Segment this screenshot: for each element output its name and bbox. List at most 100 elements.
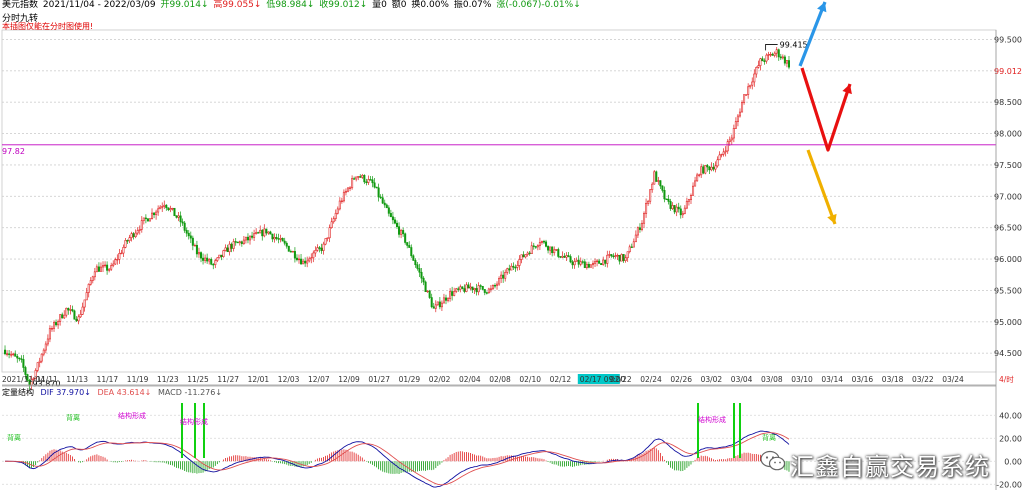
candle-body: [745, 94, 748, 96]
macd-marker-label: 结构形成: [180, 417, 208, 426]
candle-body: [289, 251, 292, 253]
candle-body: [204, 257, 207, 261]
candle-body: [232, 241, 235, 249]
candle-body: [189, 235, 192, 239]
candle-body: [322, 243, 325, 251]
candle-body: [102, 265, 105, 268]
candle-body: [469, 286, 472, 289]
candle-body: [516, 265, 519, 268]
candle-body: [210, 259, 213, 265]
candle-body: [340, 200, 343, 202]
candle-body: [408, 245, 411, 248]
wechat-icon: [760, 450, 786, 471]
candle-body: [230, 243, 233, 249]
watermark-text: 汇鑫自赢交易系统: [790, 453, 990, 481]
candle-body: [277, 238, 280, 240]
candle-body: [22, 359, 25, 368]
candle-body: [473, 288, 476, 291]
candle-body: [173, 207, 176, 217]
y-tick-label: 99.012: [994, 67, 1022, 76]
x-tick-label: 02/02: [429, 375, 451, 384]
down-forecast-arrow-shaft: [806, 149, 837, 225]
candle-body: [269, 231, 272, 235]
candle-body: [659, 180, 662, 187]
candle-body: [383, 202, 386, 206]
candle-body: [155, 211, 158, 216]
candle-body: [132, 233, 135, 238]
candle-body: [661, 185, 664, 191]
candle-body: [261, 229, 264, 237]
candle-body: [673, 205, 676, 213]
x-tick-label: 01/27: [368, 375, 390, 384]
x-tick-label: 02/24: [640, 375, 662, 384]
candle-body: [312, 252, 315, 259]
candle-body: [61, 314, 64, 319]
candle-body: [581, 261, 584, 263]
candle-body: [248, 235, 252, 241]
candle-body: [77, 316, 80, 322]
v-forecast-arrow: [800, 67, 852, 152]
candle-body: [520, 254, 523, 260]
candle-body: [636, 227, 639, 236]
candle-body: [477, 285, 480, 293]
candle-body: [63, 314, 66, 319]
x-tick-label: 03/04: [731, 375, 753, 384]
candle-body: [81, 306, 84, 315]
candle-body: [557, 249, 560, 257]
candle-body: [755, 67, 758, 75]
candle-body: [553, 249, 556, 254]
candle-body: [308, 258, 311, 262]
candle-body: [532, 245, 535, 247]
macd-marker-label: 结构形成: [698, 415, 726, 424]
candle-body: [214, 260, 217, 265]
candle-body: [67, 307, 70, 311]
candle-body: [216, 257, 219, 261]
candle-body: [306, 260, 309, 264]
candle-body: [240, 241, 243, 244]
candle-body: [451, 291, 454, 296]
candle-body: [471, 286, 474, 291]
candle-body: [614, 255, 617, 257]
candle-body: [199, 252, 203, 259]
candle-body: [165, 204, 168, 209]
candle-body: [212, 263, 215, 266]
candle-body: [412, 255, 415, 261]
candle-body: [598, 260, 601, 264]
candle-body: [20, 358, 23, 360]
candle-body: [585, 263, 588, 269]
candle-body: [316, 247, 319, 251]
candle-body: [622, 254, 625, 261]
candle-body: [757, 65, 760, 68]
candle-body: [142, 217, 145, 221]
candle-body: [640, 222, 644, 230]
candle-body: [83, 299, 86, 308]
candle-body: [171, 207, 174, 210]
volume-value: 量0: [372, 0, 387, 10]
reference-line-label: 97.82: [2, 147, 25, 156]
candle-body: [606, 254, 609, 264]
candle-body: [628, 246, 631, 253]
x-tick-label: 11/11: [36, 375, 58, 384]
candle-body: [434, 304, 437, 309]
x-tick-label: 12/07: [308, 375, 330, 384]
candle-body: [485, 292, 488, 294]
candle-body: [510, 265, 513, 271]
candle-body: [400, 230, 403, 235]
candle-body: [65, 307, 68, 316]
candle-body: [69, 309, 72, 311]
amplitude-value: 振0.07%: [453, 0, 492, 10]
candle-body: [753, 73, 756, 83]
candle-body: [242, 239, 245, 244]
candle-body: [738, 111, 741, 117]
down-forecast-arrow: [806, 149, 837, 225]
candle-body: [567, 255, 570, 257]
candle-body: [224, 247, 227, 251]
candle-body: [357, 176, 360, 178]
candle-body: [436, 301, 439, 306]
candle-body: [575, 259, 578, 262]
candle-body: [369, 179, 372, 181]
candle-body: [730, 137, 733, 141]
candle-body: [696, 174, 699, 182]
candle-body: [187, 232, 190, 237]
candle-body: [226, 247, 229, 253]
